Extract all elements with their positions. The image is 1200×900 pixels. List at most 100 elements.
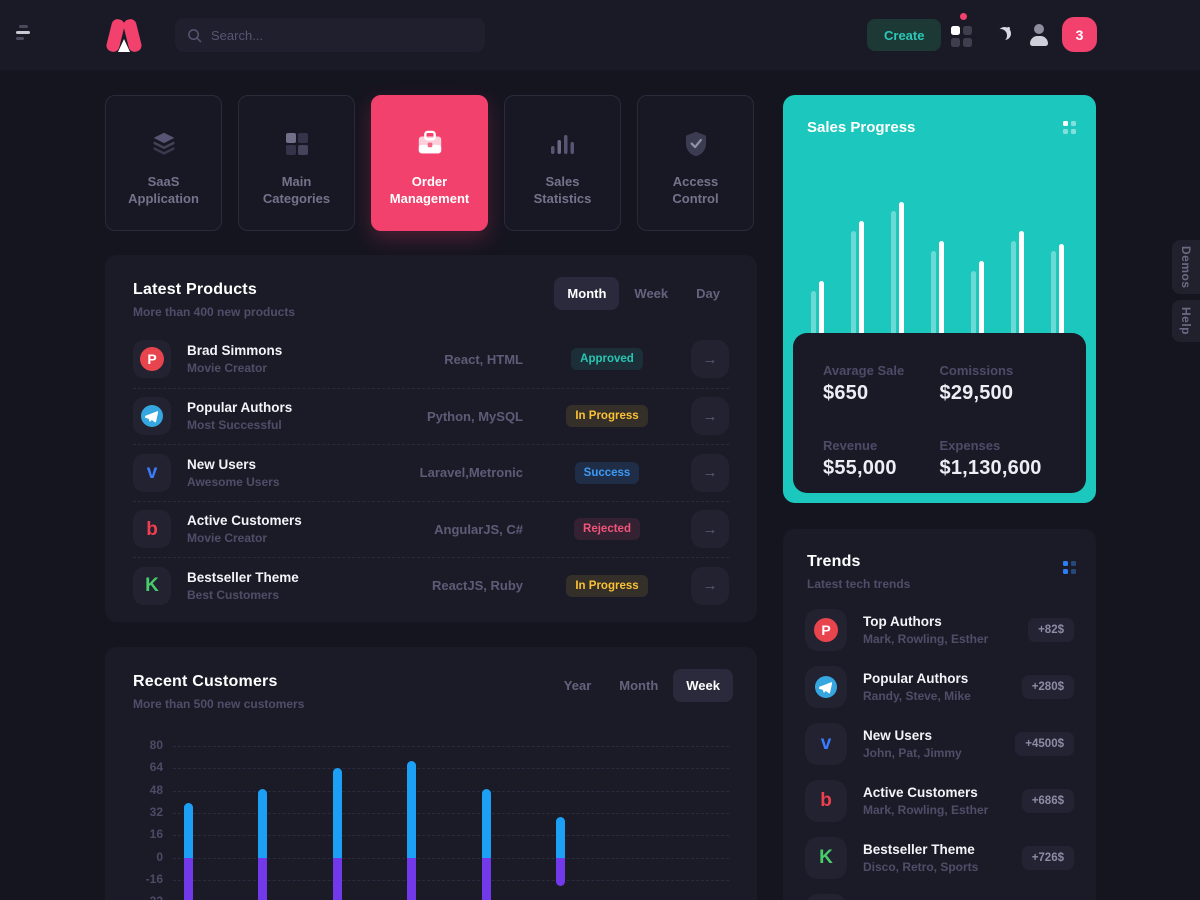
- layers-icon: [149, 126, 179, 162]
- category-card-order-management[interactable]: Order Management: [371, 95, 488, 231]
- trend-item: MFox Broker App: [805, 886, 1074, 900]
- plurk-icon: P: [805, 609, 847, 651]
- tab-week[interactable]: Week: [621, 277, 681, 310]
- sidebar-toggle-icon[interactable]: [16, 25, 34, 43]
- latest-products-card: Latest Products More than 400 new produc…: [105, 255, 757, 622]
- dots-grid-icon[interactable]: [1063, 561, 1076, 574]
- plurk-icon: P: [133, 340, 171, 378]
- row-arrow-button[interactable]: →: [691, 340, 729, 378]
- trend-title: New Users: [863, 728, 1015, 743]
- trend-amount-badge: +686$: [1022, 789, 1074, 813]
- bebo-icon: b: [805, 780, 847, 822]
- stat-comissions: Comissions$29,500: [940, 363, 1057, 418]
- tab-day[interactable]: Day: [683, 277, 733, 310]
- metronic-logo[interactable]: [106, 17, 142, 53]
- vimeo-icon: v: [805, 723, 847, 765]
- sales-progress-chart: [811, 95, 1096, 333]
- tab-week[interactable]: Week: [673, 669, 733, 702]
- quick-links-icon[interactable]: [951, 26, 972, 47]
- trend-subtitle: Randy, Steve, Mike: [863, 689, 1022, 703]
- trend-title: Active Customers: [863, 785, 1022, 800]
- grid-icon: [283, 126, 311, 162]
- kickstarter-icon: K: [805, 837, 847, 879]
- tab-month[interactable]: Month: [606, 669, 671, 702]
- notification-count-badge[interactable]: 3: [1062, 17, 1097, 52]
- bebo-icon: b: [133, 510, 171, 548]
- tab-year[interactable]: Year: [551, 669, 604, 702]
- trend-subtitle: Disco, Retro, Sports: [863, 860, 1022, 874]
- customer-bar-negative: [556, 858, 565, 886]
- category-card-main-categories[interactable]: Main Categories: [238, 95, 355, 231]
- customer-bar-negative: [333, 858, 342, 900]
- shield-check-icon: [682, 126, 710, 162]
- stat-expenses: Expenses$1,130,600: [940, 438, 1057, 493]
- status-badge: In Progress: [566, 405, 647, 427]
- axis-tick-label: 32: [129, 805, 163, 819]
- status-badge: In Progress: [566, 575, 647, 597]
- trend-item: vNew UsersJohn, Pat, Jimmy+4500$: [805, 715, 1074, 772]
- axis-tick-label: 80: [129, 738, 163, 752]
- stat-value: $55,000: [823, 457, 940, 480]
- trend-amount-badge: +82$: [1028, 618, 1074, 642]
- product-subtitle: Movie Creator: [187, 531, 401, 545]
- customer-bar-positive: [482, 789, 491, 857]
- category-card-sales-statistics[interactable]: Sales Statistics: [504, 95, 621, 231]
- search-input[interactable]: [211, 28, 473, 43]
- stat-label: Comissions: [940, 363, 1057, 378]
- row-arrow-button[interactable]: →: [691, 397, 729, 435]
- status-badge: Success: [575, 462, 640, 484]
- search-icon: [187, 28, 202, 43]
- trend-subtitle: Mark, Rowling, Esther: [863, 632, 1028, 646]
- side-tab-help[interactable]: Help: [1172, 300, 1200, 342]
- trend-item: KBestseller ThemeDisco, Retro, Sports+72…: [805, 829, 1074, 886]
- row-arrow-button[interactable]: →: [691, 510, 729, 548]
- customer-bar-negative: [482, 858, 491, 900]
- stat-revenue: Revenue$55,000: [823, 438, 940, 493]
- category-card-label: Access Control: [650, 174, 742, 208]
- product-subtitle: Most Successful: [187, 418, 401, 432]
- category-card-label: SaaS Application: [118, 174, 210, 208]
- product-title: Popular Authors: [187, 400, 401, 415]
- trend-subtitle: Mark, Rowling, Esther: [863, 803, 1022, 817]
- side-tab-demos[interactable]: Demos: [1172, 240, 1200, 294]
- product-row: vNew UsersAwesome UsersLaravel,MetronicS…: [133, 444, 729, 501]
- status-badge: Approved: [571, 348, 643, 370]
- product-title: Bestseller Theme: [187, 570, 401, 585]
- category-card-access-control[interactable]: Access Control: [637, 95, 754, 231]
- trend-title: Popular Authors: [863, 671, 1022, 686]
- gridline: [173, 746, 729, 747]
- trends-card: Trends Latest tech trends PTop AuthorsMa…: [783, 529, 1096, 900]
- latest-products-tabs: MonthWeekDay: [554, 277, 733, 310]
- search-bar: [175, 18, 485, 52]
- trend-subtitle: John, Pat, Jimmy: [863, 746, 1015, 760]
- row-arrow-button[interactable]: →: [691, 454, 729, 492]
- kickstarter-icon: K: [133, 567, 171, 605]
- gridline: [173, 880, 729, 881]
- notification-dot: [960, 13, 967, 20]
- category-card-label: Sales Statistics: [517, 174, 609, 208]
- product-title: Active Customers: [187, 513, 401, 528]
- trends-subtitle: Latest tech trends: [807, 577, 1072, 591]
- axis-tick-label: -32: [129, 894, 163, 900]
- axis-tick-label: -16: [129, 872, 163, 886]
- row-arrow-button[interactable]: →: [691, 567, 729, 605]
- create-button[interactable]: Create: [867, 19, 941, 51]
- status-badge: Rejected: [574, 518, 640, 540]
- dark-mode-icon[interactable]: [994, 27, 1010, 43]
- gridline: [173, 858, 729, 859]
- user-avatar-icon[interactable]: [1029, 24, 1049, 46]
- customer-bar-positive: [258, 789, 267, 857]
- stat-avarage-sale: Avarage Sale$650: [823, 363, 940, 418]
- latest-products-list: P Brad Simmons Movie Creator React, HTML App…: [105, 331, 757, 614]
- axis-tick-label: 16: [129, 827, 163, 841]
- briefcase-icon: [415, 126, 445, 162]
- category-card-saas-application[interactable]: SaaS Application: [105, 95, 222, 231]
- recent-customers-card: Recent Customers More than 500 new custo…: [105, 647, 757, 900]
- sales-progress-card: Sales Progress Avarage Sale$650Comission…: [783, 95, 1096, 503]
- gridline: [173, 835, 729, 836]
- product-title: Brad Simmons: [187, 343, 401, 358]
- fox-icon: M: [805, 894, 847, 900]
- tab-month[interactable]: Month: [554, 277, 619, 310]
- product-tech: ReactJS, Ruby: [401, 578, 523, 593]
- product-tech: React, HTML: [401, 352, 523, 367]
